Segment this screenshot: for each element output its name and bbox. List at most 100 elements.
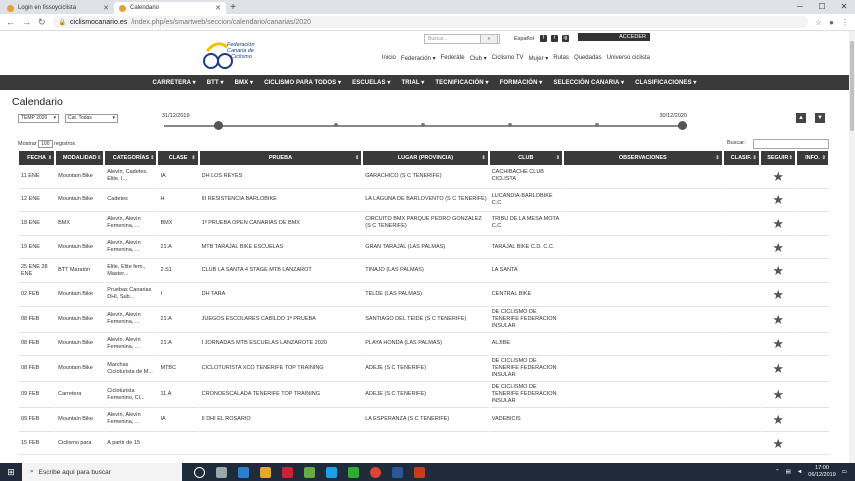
edge-icon[interactable] [238,466,249,478]
slider-end-handle[interactable] [678,121,687,130]
new-tab-icon[interactable]: + [226,2,240,14]
follow-star-icon[interactable]: ★ [760,189,796,213]
chrome-icon[interactable] [370,466,381,478]
slider-start-handle[interactable] [214,121,223,130]
top-menu-federacion[interactable]: Federación ▾ [401,55,436,62]
back-icon[interactable]: ← [6,17,15,27]
top-menu-club[interactable]: Club ▾ [470,55,487,62]
follow-star-icon[interactable]: ★ [760,408,796,432]
nav-carretera[interactable]: CARRETERA ▾ [153,79,196,86]
nav-seleccion-canaria[interactable]: SELECCIÓN CANARIA ▾ [553,79,624,86]
nav-clasificaciones[interactable]: CLASIFICACIONES ▾ [635,79,696,86]
top-menu-rutas[interactable]: Rutas [553,55,569,62]
col-info[interactable]: INFO. ⇕ [796,151,829,165]
nav-escuelas[interactable]: ESCUELAS ▾ [352,79,390,86]
follow-star-icon[interactable]: ★ [760,165,796,189]
maximize-icon[interactable]: ☐ [811,0,833,14]
twitter-icon[interactable]: t [551,35,558,42]
col-prueba[interactable]: PRUEBA ⇕ [199,151,363,165]
col-club[interactable]: CLUB ⇕ [489,151,563,165]
table-row[interactable]: 15 FEB Ciclismo para A partir de 15 ★ [19,432,829,456]
table-row[interactable]: 02 FEB Mountain Bike Pruebas Canarias DHI,… [19,283,829,307]
col-clase[interactable]: CLASE ⇕ [158,151,199,165]
table-row[interactable]: 19 ENE Mountain Bike Alevín, Alevín Femeni… [19,236,829,260]
clock[interactable]: 17:00 06/12/2019 [808,465,836,479]
col-clasif[interactable]: CLASIF. ⇕ [723,151,760,165]
taskbar-search[interactable]: ⌕ Escribe aquí para buscar [22,463,182,481]
table-row[interactable]: 09 FEB Mountain Bike Alevín, Alevín Femeni… [19,408,829,432]
season-select[interactable]: TEMP 2020 [18,114,59,123]
bookmark-star-icon[interactable]: ☆ [815,18,822,27]
table-row[interactable]: 08 FEB Mountain Bike Alevín, Alevín Femeni… [19,307,829,333]
upload-icon[interactable]: ▲ [796,113,806,123]
table-row[interactable]: 08 FEB Mountain Bike Alevín, Alevín Femeni… [19,333,829,357]
col-fecha[interactable]: FECHA ⇕ [19,151,56,165]
follow-star-icon[interactable]: ★ [760,259,796,283]
col-seguir[interactable]: SEGUIR ⇕ [760,151,796,165]
powerpoint-icon[interactable] [414,466,425,478]
tab-calendario[interactable]: Calendario ✕ [114,2,226,14]
tab-login[interactable]: Login en fissoyciclista ✕ [2,2,114,14]
table-search-input[interactable] [753,139,829,149]
file-explorer-icon[interactable] [260,466,271,478]
notifications-icon[interactable]: ▭ [842,469,847,475]
nav-bmx[interactable]: BMX ▾ [235,79,254,86]
table-row[interactable]: 12 ENE Mountain Bike Cadetes H III RESISTENC… [19,189,829,213]
store-icon[interactable] [282,466,293,478]
minimize-icon[interactable]: ─ [789,0,811,14]
network-icon[interactable]: ▤ [786,469,791,475]
tray-arrow-icon[interactable]: ⌃ [775,469,780,475]
language-selector[interactable]: Español [514,36,534,42]
table-row[interactable]: 18 ENE BMX Alevín, Alevín Femenina, ... BMX… [19,212,829,236]
volume-icon[interactable]: ◄ [797,469,802,475]
nav-trial[interactable]: TRIAL ▾ [401,79,424,86]
nav-tecnificacion[interactable]: TECNIFICACIÓN ▾ [435,79,488,86]
app-icon[interactable] [304,466,315,478]
follow-star-icon[interactable]: ★ [760,333,796,357]
category-select[interactable]: Cat. Todas [65,114,118,123]
col-categorias[interactable]: CATEGORÍAS ⇕ [105,151,158,165]
follow-star-icon[interactable]: ★ [760,307,796,333]
task-view-icon[interactable] [216,466,227,478]
top-menu-ciclismo-tv[interactable]: Ciclismo TV [492,55,524,62]
federation-logo[interactable]: Federación Canaria de Ciclismo [203,37,258,71]
top-menu-quedadas[interactable]: Quedadas [574,55,602,62]
top-menu-federate[interactable]: Federáte [441,55,465,62]
window-close-icon[interactable]: ✕ [833,0,855,14]
nav-ciclismo-para-todos[interactable]: CICLISMO PARA TODOS ▾ [264,79,341,86]
login-button[interactable]: ACCEDER [578,33,650,41]
site-search-button[interactable]: » [480,34,498,44]
instagram-icon[interactable]: ig [562,35,569,42]
table-row[interactable]: 08 FEB Mountain Bike Marchas Cicloturista … [19,356,829,383]
excel-icon[interactable] [348,466,359,478]
show-count-select[interactable]: 100 [38,140,53,148]
close-tab-icon[interactable]: ✕ [215,4,221,12]
col-observaciones[interactable]: OBSERVACIONES ⇕ [563,151,723,165]
word-icon[interactable] [392,466,403,478]
follow-star-icon[interactable]: ★ [760,236,796,260]
follow-star-icon[interactable]: ★ [760,382,796,409]
follow-star-icon[interactable]: ★ [760,432,796,456]
top-menu-mujer[interactable]: Mujer ▾ [529,55,549,62]
cortana-icon[interactable] [194,466,205,478]
url-field[interactable]: 🔒 ciclismocanario.es/index.php/es/smartw… [52,16,808,28]
date-range-slider[interactable]: 31/12/2019 30/12/2020 [162,113,687,133]
col-lugar[interactable]: LUGAR (PROVINCIA) ⇕ [363,151,489,165]
reload-icon[interactable]: ↻ [38,17,46,28]
table-row[interactable]: 09 FEB Carretera Cicloturista Femenino, Cl… [19,382,829,409]
table-row[interactable]: 25 ENE 28 ENE BTT Maratón Elite, Elite fem… [19,259,829,283]
top-menu-inicio[interactable]: Inicio [382,55,396,62]
close-tab-icon[interactable]: ✕ [103,4,109,12]
windows-start-icon[interactable]: ⊞ [0,467,22,478]
menu-dots-icon[interactable]: ⋮ [841,18,849,27]
nav-btt[interactable]: BTT ▾ [207,79,224,86]
filter-icon[interactable]: ▼ [815,113,825,123]
follow-star-icon[interactable]: ★ [760,212,796,236]
table-row[interactable]: 11 ENE Mountain Bike Alevín, Cadetes, Elit… [19,165,829,189]
follow-star-icon[interactable]: ★ [760,283,796,307]
follow-star-icon[interactable]: ★ [760,356,796,383]
page-scrollbar[interactable] [849,31,855,463]
top-menu-universo[interactable]: Universo ciclista [607,55,650,62]
skype-icon[interactable] [326,466,337,478]
facebook-icon[interactable]: f [540,35,547,42]
